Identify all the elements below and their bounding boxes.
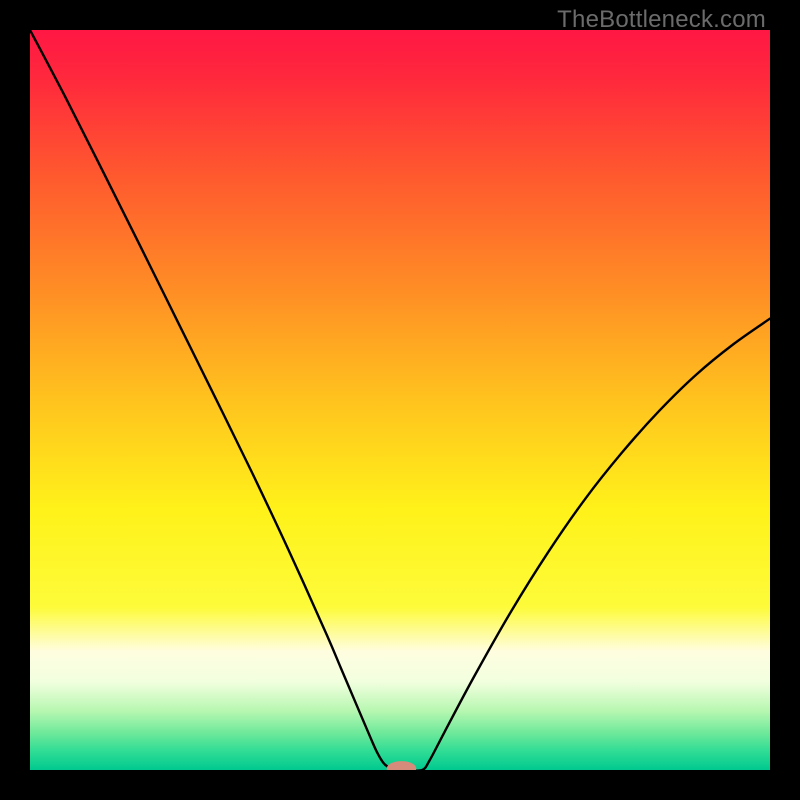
chart-frame: TheBottleneck.com (0, 0, 800, 800)
gradient-background (30, 30, 770, 770)
watermark-text: TheBottleneck.com (557, 6, 766, 34)
bottleneck-plot (30, 30, 770, 770)
plot-area (30, 30, 770, 770)
